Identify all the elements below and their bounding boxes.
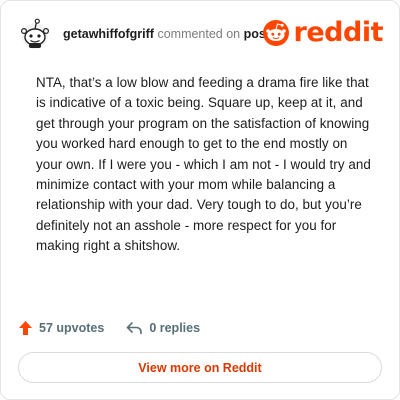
comment-body: NTA, that’s a low blow and feeding a dra… [36,75,371,254]
reply-count: 0 replies [149,321,201,335]
upvote-count: 57 upvotes [39,321,105,335]
view-more-button[interactable]: View more on Reddit [18,352,382,383]
reddit-comment-card: getawhiffofgriff commented on post reddi… [0,0,400,400]
upvote-action[interactable]: 57 upvotes [18,320,104,336]
reply-icon [127,322,143,335]
upvote-icon [19,321,32,335]
username-link[interactable]: getawhiffofgriff [63,27,154,41]
avatar-icon [20,18,50,49]
comment-header: getawhiffofgriff commented on post reddi… [15,17,385,53]
action-text: commented on [157,27,241,41]
reddit-wordmark: reddit [293,16,384,48]
comment-actions: 57 upvotes 0 replies [18,317,200,339]
reddit-logo[interactable]: reddit [261,16,384,48]
reply-action[interactable]: 0 replies [126,321,200,335]
reddit-logo-icon [262,20,289,46]
avatar[interactable] [18,17,52,51]
comment-byline: getawhiffofgriff commented on post [63,27,270,41]
